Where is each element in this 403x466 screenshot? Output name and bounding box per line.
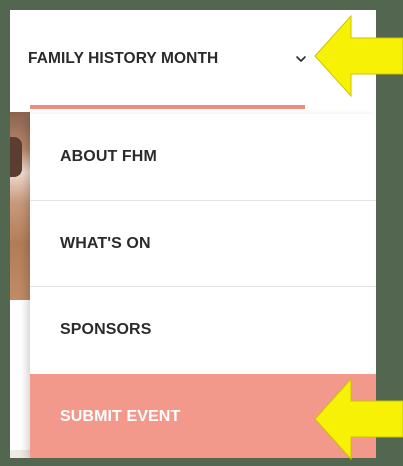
menu-item-label: ABOUT FHM bbox=[60, 148, 157, 165]
menu-item-label: SPONSORS bbox=[60, 321, 152, 338]
arrow-left-icon bbox=[314, 14, 403, 98]
chevron-down-icon bbox=[296, 56, 306, 62]
active-nav-underline bbox=[30, 105, 305, 109]
menu-item-about-fhm[interactable]: ABOUT FHM bbox=[30, 114, 376, 200]
menu-item-whats-on[interactable]: WHAT'S ON bbox=[30, 200, 376, 286]
background-photo bbox=[10, 112, 30, 300]
background-photo-detail bbox=[10, 137, 22, 177]
menu-item-sponsors[interactable]: SPONSORS bbox=[30, 286, 376, 372]
nav-title: FAMILY HISTORY MONTH bbox=[28, 50, 219, 67]
menu-item-label: WHAT'S ON bbox=[60, 235, 151, 252]
arrow-left-icon bbox=[314, 377, 403, 461]
menu-item-label: SUBMIT EVENT bbox=[60, 408, 181, 425]
